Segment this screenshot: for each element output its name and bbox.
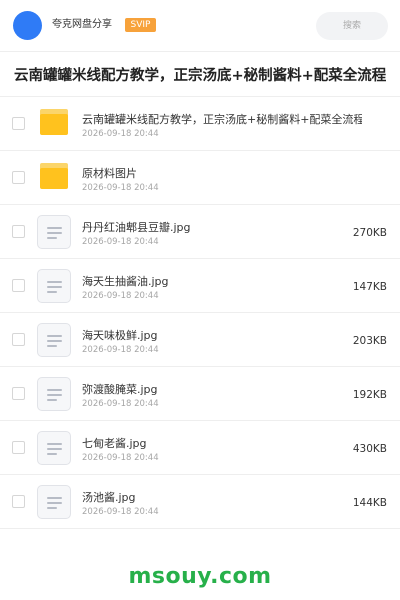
list-item[interactable]: 汤池酱.jpg 2026-09-18 20:44 144KB: [0, 475, 400, 529]
file-name[interactable]: 丹丹红油郫县豆瓣.jpg: [82, 220, 362, 235]
file-name[interactable]: 原材料图片: [82, 166, 362, 181]
share-owner-name: 夸克网盘分享: [52, 19, 112, 30]
file-name[interactable]: 弥渡酸腌菜.jpg: [82, 382, 362, 397]
watermark-text: msouy.com: [128, 564, 272, 589]
list-item[interactable]: 海天味极鲜.jpg 2026-09-18 20:44 203KB: [0, 313, 400, 367]
list-item[interactable]: 丹丹红油郫县豆瓣.jpg 2026-09-18 20:44 270KB: [0, 205, 400, 259]
file-list: 云南罐罐米线配方教学，正宗汤底+秘制酱料+配菜全流程 2026-09-18 20…: [0, 97, 400, 529]
list-item[interactable]: 弥渡酸腌菜.jpg 2026-09-18 20:44 192KB: [0, 367, 400, 421]
file-date: 2026-09-18 20:44: [82, 345, 159, 355]
checkbox-icon[interactable]: [12, 117, 25, 130]
search-input[interactable]: 搜索: [316, 12, 388, 40]
file-name[interactable]: 汤池酱.jpg: [82, 490, 362, 505]
file-name[interactable]: 七甸老酱.jpg: [82, 436, 362, 451]
file-size: 270KB: [352, 227, 387, 239]
file-name[interactable]: 海天味极鲜.jpg: [82, 328, 362, 343]
file-size: 144KB: [352, 497, 387, 509]
list-item[interactable]: 七甸老酱.jpg 2026-09-18 20:44 430KB: [0, 421, 400, 475]
image-file-icon: [37, 215, 71, 249]
image-file-icon: [37, 269, 71, 303]
file-date: 2026-09-18 20:44: [82, 129, 159, 139]
list-item[interactable]: 云南罐罐米线配方教学，正宗汤底+秘制酱料+配菜全流程 2026-09-18 20…: [0, 97, 400, 151]
file-size: 430KB: [352, 443, 387, 455]
checkbox-icon[interactable]: [12, 387, 25, 400]
file-date: 2026-09-18 20:44: [82, 453, 159, 463]
image-file-icon: [37, 431, 71, 465]
folder-icon: [40, 163, 68, 189]
file-date: 2026-09-18 20:44: [82, 399, 159, 409]
avatar[interactable]: [13, 11, 42, 40]
checkbox-icon[interactable]: [12, 333, 25, 346]
list-item[interactable]: 海天生抽酱油.jpg 2026-09-18 20:44 147KB: [0, 259, 400, 313]
page-title: 云南罐罐米线配方教学，正宗汤底+秘制酱料+配菜全流程: [14, 68, 387, 84]
checkbox-icon[interactable]: [12, 279, 25, 292]
checkbox-icon[interactable]: [12, 171, 25, 184]
file-date: 2026-09-18 20:44: [82, 237, 159, 247]
file-size: 147KB: [352, 281, 387, 293]
checkbox-icon[interactable]: [12, 441, 25, 454]
file-date: 2026-09-18 20:44: [82, 507, 159, 517]
top-header: 夸克网盘分享 SVIP 搜索: [0, 0, 400, 52]
file-size: 192KB: [352, 389, 387, 401]
file-size: 203KB: [352, 335, 387, 347]
file-name[interactable]: 海天生抽酱油.jpg: [82, 274, 362, 289]
image-file-icon: [37, 485, 71, 519]
checkbox-icon[interactable]: [12, 495, 25, 508]
list-item[interactable]: 原材料图片 2026-09-18 20:44: [0, 151, 400, 205]
share-title-bar: 云南罐罐米线配方教学，正宗汤底+秘制酱料+配菜全流程: [0, 53, 400, 97]
svip-badge: SVIP: [125, 18, 156, 32]
folder-icon: [40, 109, 68, 135]
file-date: 2026-09-18 20:44: [82, 183, 159, 193]
image-file-icon: [37, 323, 71, 357]
file-date: 2026-09-18 20:44: [82, 291, 159, 301]
file-name[interactable]: 云南罐罐米线配方教学，正宗汤底+秘制酱料+配菜全流程: [82, 112, 362, 127]
image-file-icon: [37, 377, 71, 411]
checkbox-icon[interactable]: [12, 225, 25, 238]
